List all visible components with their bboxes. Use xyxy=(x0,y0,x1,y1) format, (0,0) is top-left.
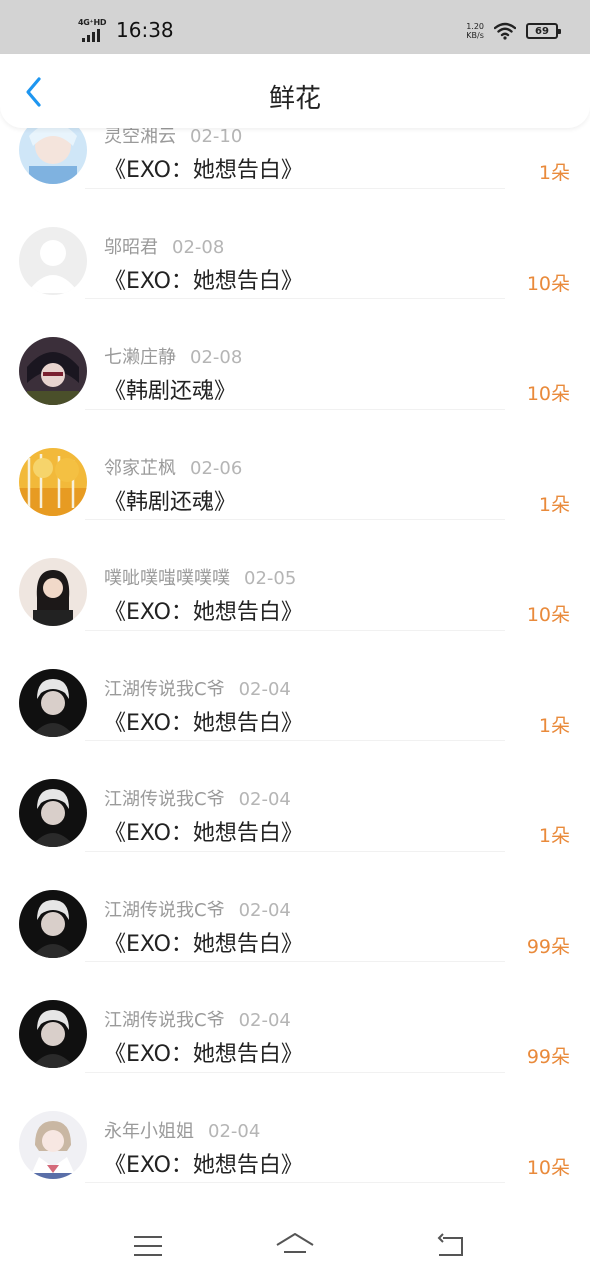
divider xyxy=(85,1182,505,1183)
item-date: 02-06 xyxy=(190,457,243,479)
default-avatar xyxy=(19,226,87,295)
book-title: 《韩剧还魂》 xyxy=(104,379,237,404)
avatar[interactable] xyxy=(19,1110,87,1179)
item-date: 02-04 xyxy=(238,678,291,700)
avatar[interactable] xyxy=(19,447,87,516)
item-meta: 七濑庄静 02-08 xyxy=(104,343,242,369)
home-icon xyxy=(276,1233,314,1253)
person-photo-avatar xyxy=(19,779,87,847)
avatar[interactable] xyxy=(19,337,87,405)
avatar[interactable] xyxy=(19,668,87,737)
book-title: 《EXO：她想告白》 xyxy=(104,931,303,957)
status-bar: 4G⁺HD 16:38 1.20 KB/s 69 xyxy=(0,0,590,54)
flower-count: 99朵 xyxy=(526,1046,570,1068)
book-title: 《EXO：她想告白》 xyxy=(104,1152,303,1178)
book-title: 《EXO：她想告白》 xyxy=(104,600,303,625)
user-name: 噗呲噗嗤噗噗噗 xyxy=(104,568,230,589)
back-icon xyxy=(437,1233,463,1256)
signal-icon: 4G⁺HD xyxy=(78,18,107,42)
list-item[interactable]: 江湖传说我C爷 02-04 《EXO：她想告白》 99朵 xyxy=(0,960,590,1073)
list-item[interactable]: 噗呲噗嗤噗噗噗 02-05 《EXO：她想告白》 10朵 xyxy=(0,518,590,631)
battery-level: 69 xyxy=(535,25,549,37)
clock: 16:38 xyxy=(116,18,174,42)
menu-icon xyxy=(134,1236,162,1256)
book-title: 《EXO：她想告白》 xyxy=(104,710,303,736)
item-date: 02-04 xyxy=(238,789,291,810)
user-name: 灵空湘云 xyxy=(104,126,176,147)
item-meta: 江湖传说我C爷 02-04 xyxy=(104,785,291,811)
anime-avatar-dark xyxy=(19,337,87,405)
wifi-icon xyxy=(494,22,516,40)
system-nav-bar xyxy=(0,1212,590,1280)
status-left: 4G⁺HD 16:38 xyxy=(78,18,174,42)
anime-avatar-sailor xyxy=(19,1110,87,1179)
book-title: 《EXO：她想告白》 xyxy=(104,1042,303,1067)
list-item[interactable]: 七濑庄静 02-08 《韩剧还魂》 10朵 xyxy=(0,297,590,410)
network-speed: 1.20 KB/s xyxy=(466,22,484,40)
flower-count: 99朵 xyxy=(526,935,570,958)
flower-count: 1朵 xyxy=(538,714,570,737)
user-name: 江湖传说我C爷 xyxy=(104,899,225,921)
flower-count: 10朵 xyxy=(526,604,570,626)
network-type: 4G⁺HD xyxy=(78,18,107,27)
user-name: 江湖传说我C爷 xyxy=(104,678,225,700)
flower-count: 10朵 xyxy=(526,383,570,405)
list-item[interactable]: 江湖传说我C爷 02-04 《EXO：她想告白》 1朵 xyxy=(0,629,590,741)
user-name: 邻家芷枫 xyxy=(104,457,176,479)
user-name: 江湖传说我C爷 xyxy=(104,789,225,810)
item-meta: 永年小姐姐 02-04 xyxy=(104,1117,260,1143)
item-date: 02-04 xyxy=(208,1120,261,1142)
avatar[interactable] xyxy=(19,226,87,295)
item-date: 02-04 xyxy=(238,1010,291,1031)
book-title: 《韩剧还魂》 xyxy=(104,489,237,515)
item-meta: 邻家芷枫 02-06 xyxy=(104,454,242,480)
avatar[interactable] xyxy=(19,558,87,626)
item-date: 02-08 xyxy=(190,347,243,368)
item-date: 02-05 xyxy=(244,568,297,589)
avatar[interactable] xyxy=(19,889,87,958)
girl-photo-avatar xyxy=(19,558,87,626)
header-bar: 鲜花 xyxy=(0,54,590,128)
flower-count: 1朵 xyxy=(538,825,570,847)
user-name: 七濑庄静 xyxy=(104,347,176,368)
back-nav-button[interactable] xyxy=(430,1228,470,1264)
flower-count: 1朵 xyxy=(538,493,570,516)
network-speed-unit: KB/s xyxy=(466,31,484,40)
avatar[interactable] xyxy=(19,779,87,847)
battery-icon: 69 xyxy=(526,23,561,39)
page-title: 鲜花 xyxy=(268,84,321,114)
item-meta: 邬昭君 02-08 xyxy=(104,233,224,259)
avatar[interactable] xyxy=(19,1000,87,1068)
item-date: 02-10 xyxy=(190,126,243,147)
autumn-landscape-avatar xyxy=(19,447,87,516)
status-right: 1.20 KB/s 69 xyxy=(466,22,561,40)
menu-button[interactable] xyxy=(128,1228,168,1264)
home-button[interactable] xyxy=(275,1228,315,1264)
list-item[interactable]: 邬昭君 02-08 《EXO：她想告白》 10朵 xyxy=(0,187,590,299)
flower-count: 1朵 xyxy=(538,162,570,184)
item-meta: 江湖传说我C爷 02-04 xyxy=(104,896,291,922)
person-photo-avatar xyxy=(19,1000,87,1068)
flower-count: 10朵 xyxy=(526,272,570,295)
list-item[interactable]: 邻家芷枫 02-06 《韩剧还魂》 1朵 xyxy=(0,408,590,520)
person-photo-avatar xyxy=(19,668,87,737)
book-title: 《EXO：她想告白》 xyxy=(104,158,303,183)
list-item[interactable]: 永年小姐姐 02-04 《EXO：她想告白》 10朵 xyxy=(0,1071,590,1183)
user-name: 永年小姐姐 xyxy=(104,1120,194,1142)
book-title: 《EXO：她想告白》 xyxy=(104,821,303,846)
item-meta: 江湖传说我C爷 02-04 xyxy=(104,1006,291,1032)
person-photo-avatar xyxy=(19,889,87,958)
user-name: 邬昭君 xyxy=(104,236,158,258)
network-speed-value: 1.20 xyxy=(466,22,484,31)
list-item[interactable]: 江湖传说我C爷 02-04 《EXO：她想告白》 1朵 xyxy=(0,739,590,852)
item-meta: 噗呲噗嗤噗噗噗 02-05 xyxy=(104,564,296,590)
item-date: 02-04 xyxy=(238,899,291,921)
flower-count: 10朵 xyxy=(526,1156,570,1179)
item-meta: 江湖传说我C爷 02-04 xyxy=(104,675,291,701)
item-date: 02-08 xyxy=(172,236,225,258)
list-item[interactable]: 江湖传说我C爷 02-04 《EXO：她想告白》 99朵 xyxy=(0,850,590,962)
user-name: 江湖传说我C爷 xyxy=(104,1010,225,1031)
flower-list: 灵空湘云 02-10 《EXO：她想告白》 1朵 邬昭君 02-08 《EXO：她想告白》 1… xyxy=(0,76,590,1183)
book-title: 《EXO：她想告白》 xyxy=(104,268,303,294)
